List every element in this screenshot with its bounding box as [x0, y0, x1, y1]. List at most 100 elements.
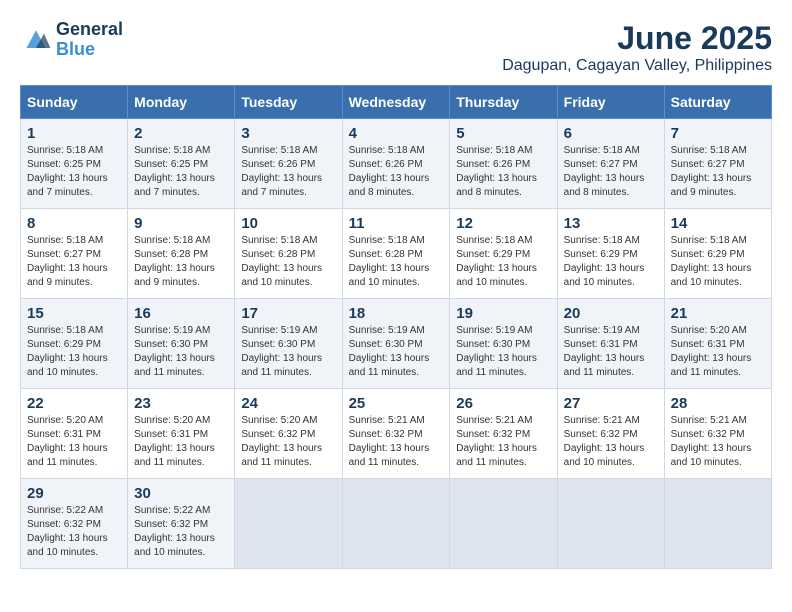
calendar-cell: 30Sunrise: 5:22 AMSunset: 6:32 PMDayligh…: [128, 479, 235, 569]
week-row-2: 8Sunrise: 5:18 AMSunset: 6:27 PMDaylight…: [21, 209, 772, 299]
day-info: Sunrise: 5:18 AMSunset: 6:27 PMDaylight:…: [671, 144, 765, 200]
day-info: Sunrise: 5:18 AMSunset: 6:28 PMDaylight:…: [349, 234, 444, 290]
day-info: Sunrise: 5:21 AMSunset: 6:32 PMDaylight:…: [349, 414, 444, 470]
day-number: 18: [349, 305, 444, 322]
calendar-cell: 14 Sunrise: 5:18 AMSunset: 6:29 PMDayligh…: [664, 209, 771, 299]
weekday-header-tuesday: Tuesday: [235, 86, 342, 119]
day-number: 3: [241, 125, 335, 142]
day-info: Sunrise: 5:18 AMSunset: 6:29 PMDaylight:…: [671, 234, 765, 290]
week-row-3: 15 Sunrise: 5:18 AMSunset: 6:29 PMDayligh…: [21, 299, 772, 389]
calendar-cell: 6 Sunrise: 5:18 AMSunset: 6:27 PMDaylight…: [557, 119, 664, 209]
logo: General Blue: [20, 20, 123, 60]
day-info: Sunrise: 5:18 AMSunset: 6:29 PMDaylight:…: [27, 324, 121, 380]
calendar-cell: 20 Sunrise: 5:19 AMSunset: 6:31 PMDayligh…: [557, 299, 664, 389]
day-number: 23: [134, 395, 228, 412]
calendar-cell: 8Sunrise: 5:18 AMSunset: 6:27 PMDaylight…: [21, 209, 128, 299]
day-info: Sunrise: 5:21 AMSunset: 6:32 PMDaylight:…: [564, 414, 658, 470]
day-number: 1: [27, 125, 121, 142]
day-number: 4: [349, 125, 444, 142]
day-info: Sunrise: 5:18 AMSunset: 6:29 PMDaylight:…: [456, 234, 550, 290]
calendar-cell: 2 Sunrise: 5:18 AMSunset: 6:25 PMDaylight…: [128, 119, 235, 209]
calendar-cell: 24 Sunrise: 5:20 AMSunset: 6:32 PMDayligh…: [235, 389, 342, 479]
calendar-title: June 2025: [502, 20, 772, 57]
weekday-header-saturday: Saturday: [664, 86, 771, 119]
calendar-subtitle: Dagupan, Cagayan Valley, Philippines: [502, 57, 772, 75]
day-info: Sunrise: 5:18 AMSunset: 6:26 PMDaylight:…: [456, 144, 550, 200]
calendar-cell: 5Sunrise: 5:18 AMSunset: 6:26 PMDaylight…: [450, 119, 557, 209]
day-info: Sunrise: 5:19 AMSunset: 6:30 PMDaylight:…: [456, 324, 550, 380]
calendar-cell: [342, 479, 450, 569]
day-info: Sunrise: 5:19 AMSunset: 6:31 PMDaylight:…: [564, 324, 658, 380]
calendar-cell: 1 Sunrise: 5:18 AMSunset: 6:25 PMDaylight…: [21, 119, 128, 209]
calendar-cell: 29 Sunrise: 5:22 AMSunset: 6:32 PMDayligh…: [21, 479, 128, 569]
weekday-header-friday: Friday: [557, 86, 664, 119]
day-number: 7: [671, 125, 765, 142]
day-number: 2: [134, 125, 228, 142]
weekday-header-sunday: Sunday: [21, 86, 128, 119]
day-number: 26: [456, 395, 550, 412]
day-number: 28: [671, 395, 765, 412]
page-header: General Blue June 2025 Dagupan, Cagayan …: [20, 20, 772, 75]
day-info: Sunrise: 5:22 AMSunset: 6:32 PMDaylight:…: [27, 504, 121, 560]
calendar-cell: 12 Sunrise: 5:18 AMSunset: 6:29 PMDayligh…: [450, 209, 557, 299]
weekday-header-wednesday: Wednesday: [342, 86, 450, 119]
day-info: Sunrise: 5:18 AMSunset: 6:26 PMDaylight:…: [349, 144, 444, 200]
day-info: Sunrise: 5:20 AMSunset: 6:31 PMDaylight:…: [134, 414, 228, 470]
calendar-cell: 26 Sunrise: 5:21 AMSunset: 6:32 PMDayligh…: [450, 389, 557, 479]
calendar-cell: 15 Sunrise: 5:18 AMSunset: 6:29 PMDayligh…: [21, 299, 128, 389]
calendar-cell: 3 Sunrise: 5:18 AMSunset: 6:26 PMDaylight…: [235, 119, 342, 209]
title-area: June 2025 Dagupan, Cagayan Valley, Phili…: [502, 20, 772, 75]
day-number: 14: [671, 215, 765, 232]
calendar-cell: [557, 479, 664, 569]
calendar-cell: 25 Sunrise: 5:21 AMSunset: 6:32 PMDayligh…: [342, 389, 450, 479]
day-number: 22: [27, 395, 121, 412]
day-number: 15: [27, 305, 121, 322]
day-number: 29: [27, 485, 121, 502]
day-info: Sunrise: 5:18 AMSunset: 6:25 PMDaylight:…: [27, 144, 121, 200]
calendar-cell: 21Sunrise: 5:20 AMSunset: 6:31 PMDayligh…: [664, 299, 771, 389]
day-number: 17: [241, 305, 335, 322]
day-info: Sunrise: 5:19 AMSunset: 6:30 PMDaylight:…: [134, 324, 228, 380]
calendar-cell: 4 Sunrise: 5:18 AMSunset: 6:26 PMDaylight…: [342, 119, 450, 209]
calendar-cell: 18 Sunrise: 5:19 AMSunset: 6:30 PMDayligh…: [342, 299, 450, 389]
week-row-5: 29 Sunrise: 5:22 AMSunset: 6:32 PMDayligh…: [21, 479, 772, 569]
week-row-1: 1 Sunrise: 5:18 AMSunset: 6:25 PMDaylight…: [21, 119, 772, 209]
day-number: 13: [564, 215, 658, 232]
day-info: Sunrise: 5:21 AMSunset: 6:32 PMDaylight:…: [456, 414, 550, 470]
day-info: Sunrise: 5:18 AMSunset: 6:28 PMDaylight:…: [241, 234, 335, 290]
day-info: Sunrise: 5:18 AMSunset: 6:27 PMDaylight:…: [564, 144, 658, 200]
calendar-cell: [235, 479, 342, 569]
calendar-cell: 10 Sunrise: 5:18 AMSunset: 6:28 PMDayligh…: [235, 209, 342, 299]
calendar-cell: 7 Sunrise: 5:18 AMSunset: 6:27 PMDaylight…: [664, 119, 771, 209]
calendar-cell: 22Sunrise: 5:20 AMSunset: 6:31 PMDayligh…: [21, 389, 128, 479]
day-number: 20: [564, 305, 658, 322]
day-number: 9: [134, 215, 228, 232]
calendar-cell: [450, 479, 557, 569]
calendar-cell: 17Sunrise: 5:19 AMSunset: 6:30 PMDayligh…: [235, 299, 342, 389]
day-number: 12: [456, 215, 550, 232]
day-number: 11: [349, 215, 444, 232]
calendar-cell: 28Sunrise: 5:21 AMSunset: 6:32 PMDayligh…: [664, 389, 771, 479]
day-number: 16: [134, 305, 228, 322]
day-number: 10: [241, 215, 335, 232]
weekday-header-row: SundayMondayTuesdayWednesdayThursdayFrid…: [21, 86, 772, 119]
day-info: Sunrise: 5:19 AMSunset: 6:30 PMDaylight:…: [349, 324, 444, 380]
calendar-cell: 27Sunrise: 5:21 AMSunset: 6:32 PMDayligh…: [557, 389, 664, 479]
day-info: Sunrise: 5:18 AMSunset: 6:27 PMDaylight:…: [27, 234, 121, 290]
day-info: Sunrise: 5:18 AMSunset: 6:26 PMDaylight:…: [241, 144, 335, 200]
logo-text: General Blue: [56, 20, 123, 60]
day-number: 30: [134, 485, 228, 502]
weekday-header-monday: Monday: [128, 86, 235, 119]
day-number: 6: [564, 125, 658, 142]
calendar-cell: 13Sunrise: 5:18 AMSunset: 6:29 PMDayligh…: [557, 209, 664, 299]
calendar-cell: 9Sunrise: 5:18 AMSunset: 6:28 PMDaylight…: [128, 209, 235, 299]
calendar-cell: 19Sunrise: 5:19 AMSunset: 6:30 PMDayligh…: [450, 299, 557, 389]
day-info: Sunrise: 5:20 AMSunset: 6:32 PMDaylight:…: [241, 414, 335, 470]
day-info: Sunrise: 5:20 AMSunset: 6:31 PMDaylight:…: [671, 324, 765, 380]
calendar-cell: 11 Sunrise: 5:18 AMSunset: 6:28 PMDayligh…: [342, 209, 450, 299]
day-info: Sunrise: 5:18 AMSunset: 6:25 PMDaylight:…: [134, 144, 228, 200]
day-number: 25: [349, 395, 444, 412]
calendar-cell: 23 Sunrise: 5:20 AMSunset: 6:31 PMDayligh…: [128, 389, 235, 479]
day-number: 24: [241, 395, 335, 412]
weekday-header-thursday: Thursday: [450, 86, 557, 119]
